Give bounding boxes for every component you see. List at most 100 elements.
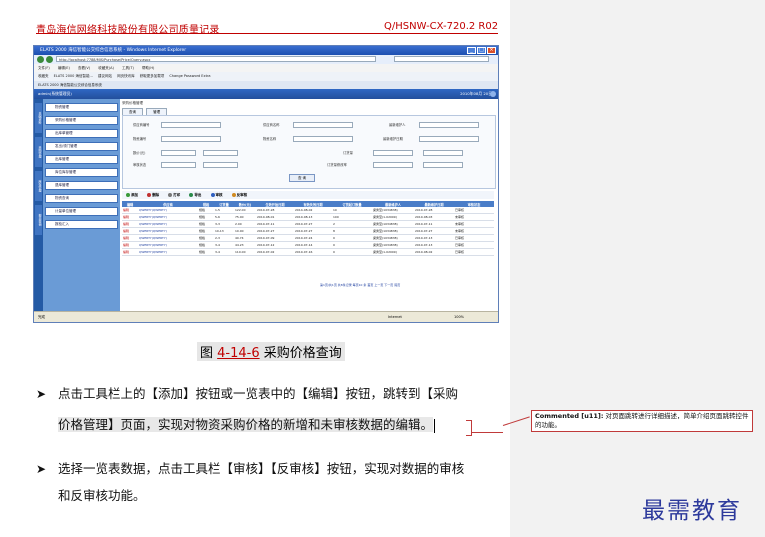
app-logo-icon xyxy=(490,91,496,97)
price-to-input[interactable] xyxy=(203,150,238,156)
menu-edit[interactable]: 编辑(E) xyxy=(58,66,70,70)
form-label: 最新维护人 xyxy=(389,123,406,127)
edit-link[interactable]: 编辑 xyxy=(122,241,138,249)
table-cell: QWERTY(QWERTY) xyxy=(138,241,198,249)
forward-icon[interactable] xyxy=(46,56,53,63)
unaudit-icon xyxy=(231,193,236,197)
audit-status-select-2[interactable] xyxy=(203,162,238,168)
minimize-icon[interactable]: _ xyxy=(467,47,476,54)
fav-item[interactable]: ELATS 2000 海信智能... xyxy=(54,74,93,78)
table-row[interactable]: 编辑 QWERTY(QWERTY) 规格 3-3 2.00 2010-07-11 2010-… xyxy=(122,220,494,228)
supplier-name-input[interactable] xyxy=(293,122,353,128)
query-button[interactable]: 查 询 xyxy=(289,174,315,182)
menu-help[interactable]: 帮助(H) xyxy=(142,66,154,70)
maximize-icon[interactable]: □ xyxy=(477,47,486,54)
sidebar-item[interactable]: 采购价格管理 xyxy=(45,116,118,125)
pager[interactable]: 第1页/共1页 共8条记录 每页10 条 首页 上一页 下一页 尾页 xyxy=(320,283,400,287)
material-name-input[interactable] xyxy=(293,136,353,142)
text-cursor xyxy=(434,418,436,433)
fav-item[interactable]: 建议网站 xyxy=(98,74,112,78)
window-title: ELATS 2000 海信智能公交综合信息系统 - Windows Intern… xyxy=(40,48,187,53)
fav-item[interactable]: 网页快讯库 xyxy=(117,74,135,78)
edit-link[interactable]: 编辑 xyxy=(122,234,138,242)
price-from-input[interactable] xyxy=(161,150,196,156)
audit-status-select[interactable] xyxy=(161,162,196,168)
table-cell: QWERTY(QWERTY) xyxy=(138,234,198,242)
table-cell: 3-3 xyxy=(214,220,234,228)
sidebar-item[interactable]: 出库单管理 xyxy=(45,129,118,138)
table-row[interactable]: 编辑 QWERTY(QWERTY) 规格 10-13 10.00 2010-07-27 20… xyxy=(122,227,494,235)
menu-view[interactable]: 查看(V) xyxy=(78,66,90,70)
sidebar-item[interactable]: 库位库存管理 xyxy=(45,168,118,177)
app-user: admin(系统管理员) xyxy=(38,91,72,96)
material-code-input[interactable] xyxy=(161,136,221,142)
caption-text: 采购价格查询 xyxy=(259,346,342,361)
rate-from-input[interactable] xyxy=(373,162,413,168)
supplier-code-input[interactable] xyxy=(161,122,221,128)
order-qty-to-input[interactable] xyxy=(423,150,463,156)
tab-title[interactable]: ELATS 2000 海信智能公交综合信息系统 xyxy=(38,83,102,87)
sidebar-item[interactable]: 物资管理 xyxy=(45,103,118,112)
comment-label: Commented [u11]: xyxy=(535,412,604,420)
menu-favorites[interactable]: 收藏夹(A) xyxy=(98,66,114,70)
sidebar-tab[interactable]: 库存管理 xyxy=(35,171,42,201)
sidebar-item[interactable]: 出库管理 xyxy=(45,155,118,164)
form-label: 最新维护日期 xyxy=(383,137,403,141)
maintain-date-input[interactable] xyxy=(419,136,479,142)
sidebar-tab[interactable]: 报表查询 xyxy=(35,205,42,235)
table-cell: 2.00 xyxy=(234,220,256,228)
form-row: 物资编号 物资名称 最新维护日期 xyxy=(123,136,495,143)
table-cell: 梁秀莹(1034838) xyxy=(372,234,414,242)
sidebar-item[interactable]: 计量单位管理 xyxy=(45,207,118,216)
close-icon[interactable]: × xyxy=(487,47,496,54)
table-cell: 规格 xyxy=(198,227,214,235)
document-page: 青岛海信网络科技股份有限公司质量记录 Q/HSNW-CX-720.2 R02 E… xyxy=(0,0,510,537)
edit-link[interactable]: 编辑 xyxy=(122,213,138,221)
url-field[interactable]: http://localhost:7788/MIS/Purchase/Price… xyxy=(56,56,376,62)
add-button[interactable]: 添加 xyxy=(126,193,138,197)
header-doc-code: Q/HSNW-CX-720.2 R02 xyxy=(384,21,499,32)
bullet-arrow-icon: ➤ xyxy=(36,387,47,401)
fav-item[interactable]: Change Password Extra xyxy=(169,74,210,78)
search-input[interactable] xyxy=(394,56,489,62)
status-zoom[interactable]: 100% xyxy=(454,312,464,322)
comment-margin xyxy=(510,0,765,537)
audit-button[interactable]: 审核 xyxy=(210,193,223,197)
edit-link[interactable]: 编辑 xyxy=(122,220,138,228)
menu-file[interactable]: 文件(F) xyxy=(38,66,50,70)
table-cell: 100 xyxy=(332,213,372,221)
table-row[interactable]: 编辑 QWERTY(QWERTY) 规格 5-6 75.00 2010-08-01 2010… xyxy=(122,213,494,221)
table-cell: 3-4 xyxy=(214,241,234,249)
fav-item[interactable]: 收藏夹 xyxy=(38,74,49,78)
sidebar-tab[interactable]: 基础资料 xyxy=(35,103,42,133)
table-cell: 2-3 xyxy=(214,234,234,242)
export-button[interactable]: 导出 xyxy=(189,193,201,197)
form-label: 物资编号 xyxy=(133,137,147,141)
rate-to-input[interactable] xyxy=(423,162,463,168)
unaudit-button[interactable]: 反审核 xyxy=(231,193,247,197)
sidebar-item[interactable]: 物资查询 xyxy=(45,194,118,203)
maintainer-input[interactable] xyxy=(419,122,479,128)
review-comment[interactable]: Commented [u11]: 对页面跳转进行详细描述，简单介绍页面跳转控件的… xyxy=(531,410,753,432)
table-row[interactable]: 编辑 QWERTY(QWERTY) 规格 3-4 44.23 2010-07-12 2010… xyxy=(122,241,494,249)
table-cell: 2010-07-13 xyxy=(414,241,454,249)
app-date: 2010年08月 20日 xyxy=(460,91,492,96)
back-icon[interactable] xyxy=(37,56,44,63)
print-button[interactable]: 打印 xyxy=(168,193,180,197)
edit-link[interactable]: 编辑 xyxy=(122,227,138,235)
menu-tools[interactable]: 工具(T) xyxy=(122,66,134,70)
fav-item[interactable]: 获取更多加载项 xyxy=(140,74,165,78)
ie-statusbar: 完成 Internet 100% xyxy=(34,311,498,322)
sidebar-item[interactable]: 报检汇入 xyxy=(45,220,118,229)
edit-link[interactable]: 编辑 xyxy=(122,248,138,256)
order-qty-from-input[interactable] xyxy=(373,150,413,156)
table-row[interactable]: 编辑 QWERTY(QWERTY) 规格 3-4 110.00 2010-07-02 201… xyxy=(122,248,494,256)
form-label: 物资名称 xyxy=(263,137,277,141)
sidebar-item[interactable]: 发出/领门管理 xyxy=(45,142,118,151)
delete-button[interactable]: 删除 xyxy=(147,193,159,197)
table-row[interactable]: 编辑 QWERTY(QWERTY) 规格 2-3 40.74 2010-07-09 2010… xyxy=(122,234,494,242)
table-cell: 规格 xyxy=(198,213,214,221)
form-label: 订货量 xyxy=(343,151,353,155)
sidebar-item[interactable]: 退库管理 xyxy=(45,181,118,190)
sidebar-tab[interactable]: 采购管理 xyxy=(35,137,42,167)
